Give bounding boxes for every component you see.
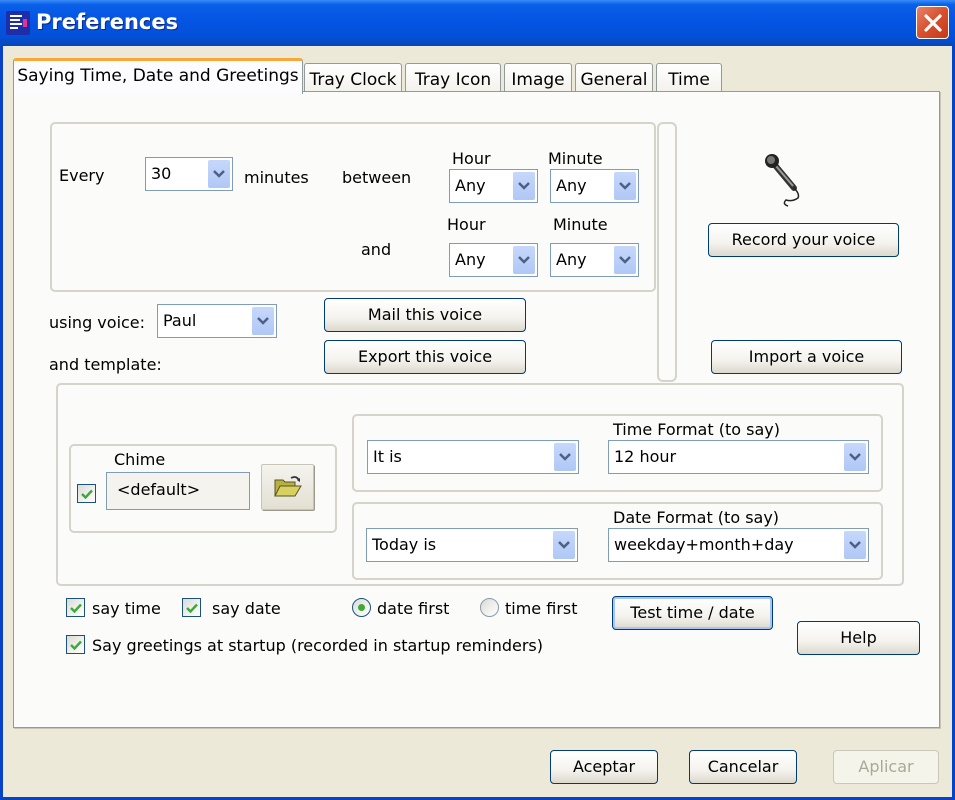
start-hour-value: Any xyxy=(455,176,486,195)
start-minute-label: Minute xyxy=(548,149,603,168)
tab-image[interactable]: Image xyxy=(504,63,572,93)
end-hour-value: Any xyxy=(455,250,486,269)
app-icon xyxy=(6,11,30,35)
interval-value: 30 xyxy=(151,164,172,183)
end-minute-label: Minute xyxy=(553,215,608,234)
start-minute-value: Any xyxy=(556,176,587,195)
time-prefix-select[interactable]: It is xyxy=(367,440,579,474)
say-time-label[interactable]: say time xyxy=(92,599,161,618)
chevron-down-icon xyxy=(614,172,636,200)
date-first-radio[interactable] xyxy=(352,598,371,617)
chevron-down-icon xyxy=(844,531,866,559)
date-format-value: weekday+month+day xyxy=(614,535,794,554)
chime-field[interactable]: <default> xyxy=(106,472,250,510)
window-title: Preferences xyxy=(36,10,179,34)
date-prefix-value: Today is xyxy=(372,535,437,554)
interval-select[interactable]: 30 xyxy=(145,157,233,191)
chevron-down-icon xyxy=(513,246,535,274)
preferences-window: Preferences Saying Time, Date and Greeti… xyxy=(0,0,955,800)
template-label: and template: xyxy=(49,355,162,374)
ok-button[interactable]: Aceptar xyxy=(550,750,658,784)
greetings-checkbox[interactable] xyxy=(66,635,85,654)
date-format-select[interactable]: weekday+month+day xyxy=(608,528,869,562)
date-first-label[interactable]: date first xyxy=(377,599,449,618)
time-first-radio[interactable] xyxy=(480,598,499,617)
voice-value: Paul xyxy=(163,311,197,330)
tab-saying-time[interactable]: Saying Time, Date and Greetings xyxy=(13,58,303,94)
help-button[interactable]: Help xyxy=(797,621,920,655)
time-format-value: 12 hour xyxy=(614,447,677,466)
chevron-down-icon xyxy=(554,443,576,471)
check-icon xyxy=(185,603,198,613)
minutes-label: minutes xyxy=(244,168,309,187)
check-icon xyxy=(69,603,82,613)
start-minute-select[interactable]: Any xyxy=(550,169,639,203)
test-time-date-button[interactable]: Test time / date xyxy=(612,596,773,630)
check-icon xyxy=(80,489,93,499)
every-label: Every xyxy=(59,166,105,185)
time-format-label: Time Format (to say) xyxy=(613,420,780,439)
open-folder-icon xyxy=(273,476,302,497)
say-time-checkbox[interactable] xyxy=(66,598,85,617)
close-button[interactable] xyxy=(916,6,949,39)
tab-time[interactable]: Time xyxy=(656,63,722,93)
end-hour-label: Hour xyxy=(447,215,486,234)
chevron-down-icon xyxy=(553,531,575,559)
using-voice-label: using voice: xyxy=(49,313,146,332)
date-format-label: Date Format (to say) xyxy=(613,508,780,527)
check-icon xyxy=(69,640,82,650)
voice-select[interactable]: Paul xyxy=(157,304,277,338)
tab-general[interactable]: General xyxy=(575,63,653,93)
browse-chime-button[interactable] xyxy=(261,464,314,510)
end-minute-value: Any xyxy=(556,250,587,269)
chime-checkbox[interactable] xyxy=(77,484,96,503)
end-minute-select[interactable]: Any xyxy=(550,243,639,277)
mail-voice-button[interactable]: Mail this voice xyxy=(324,298,526,332)
microphone-icon xyxy=(765,154,800,207)
chevron-down-icon xyxy=(844,443,866,471)
say-date-checkbox[interactable] xyxy=(182,598,201,617)
chevron-down-icon xyxy=(513,172,535,200)
export-voice-button[interactable]: Export this voice xyxy=(324,340,526,374)
close-x-icon xyxy=(923,13,942,32)
end-hour-select[interactable]: Any xyxy=(449,243,538,277)
start-hour-select[interactable]: Any xyxy=(449,169,538,203)
date-prefix-select[interactable]: Today is xyxy=(366,528,578,562)
tab-tray-icon[interactable]: Tray Icon xyxy=(405,63,501,93)
apply-button[interactable]: Aplicar xyxy=(833,750,939,784)
time-prefix-value: It is xyxy=(373,447,402,466)
say-date-label[interactable]: say date xyxy=(212,599,281,618)
chevron-down-icon xyxy=(208,160,230,188)
cancel-button[interactable]: Cancelar xyxy=(689,750,797,784)
chevron-down-icon xyxy=(614,246,636,274)
and-label: and xyxy=(361,240,392,259)
time-first-label[interactable]: time first xyxy=(505,599,578,618)
chime-label: Chime xyxy=(114,450,166,469)
chime-value: <default> xyxy=(117,480,201,499)
start-hour-label: Hour xyxy=(452,149,491,168)
tab-tray-clock[interactable]: Tray Clock xyxy=(304,63,402,93)
vertical-divider xyxy=(657,122,677,382)
tab-panel: Every 30 minutes between and Hour Any Mi… xyxy=(13,91,940,728)
record-voice-button[interactable]: Record your voice xyxy=(708,223,899,257)
title-bar[interactable]: Preferences xyxy=(0,0,955,46)
greetings-label[interactable]: Say greetings at startup (recorded in st… xyxy=(92,636,543,655)
import-voice-button[interactable]: Import a voice xyxy=(711,340,902,374)
time-format-select[interactable]: 12 hour xyxy=(608,440,869,474)
between-label: between xyxy=(342,168,412,187)
chevron-down-icon xyxy=(252,307,274,335)
